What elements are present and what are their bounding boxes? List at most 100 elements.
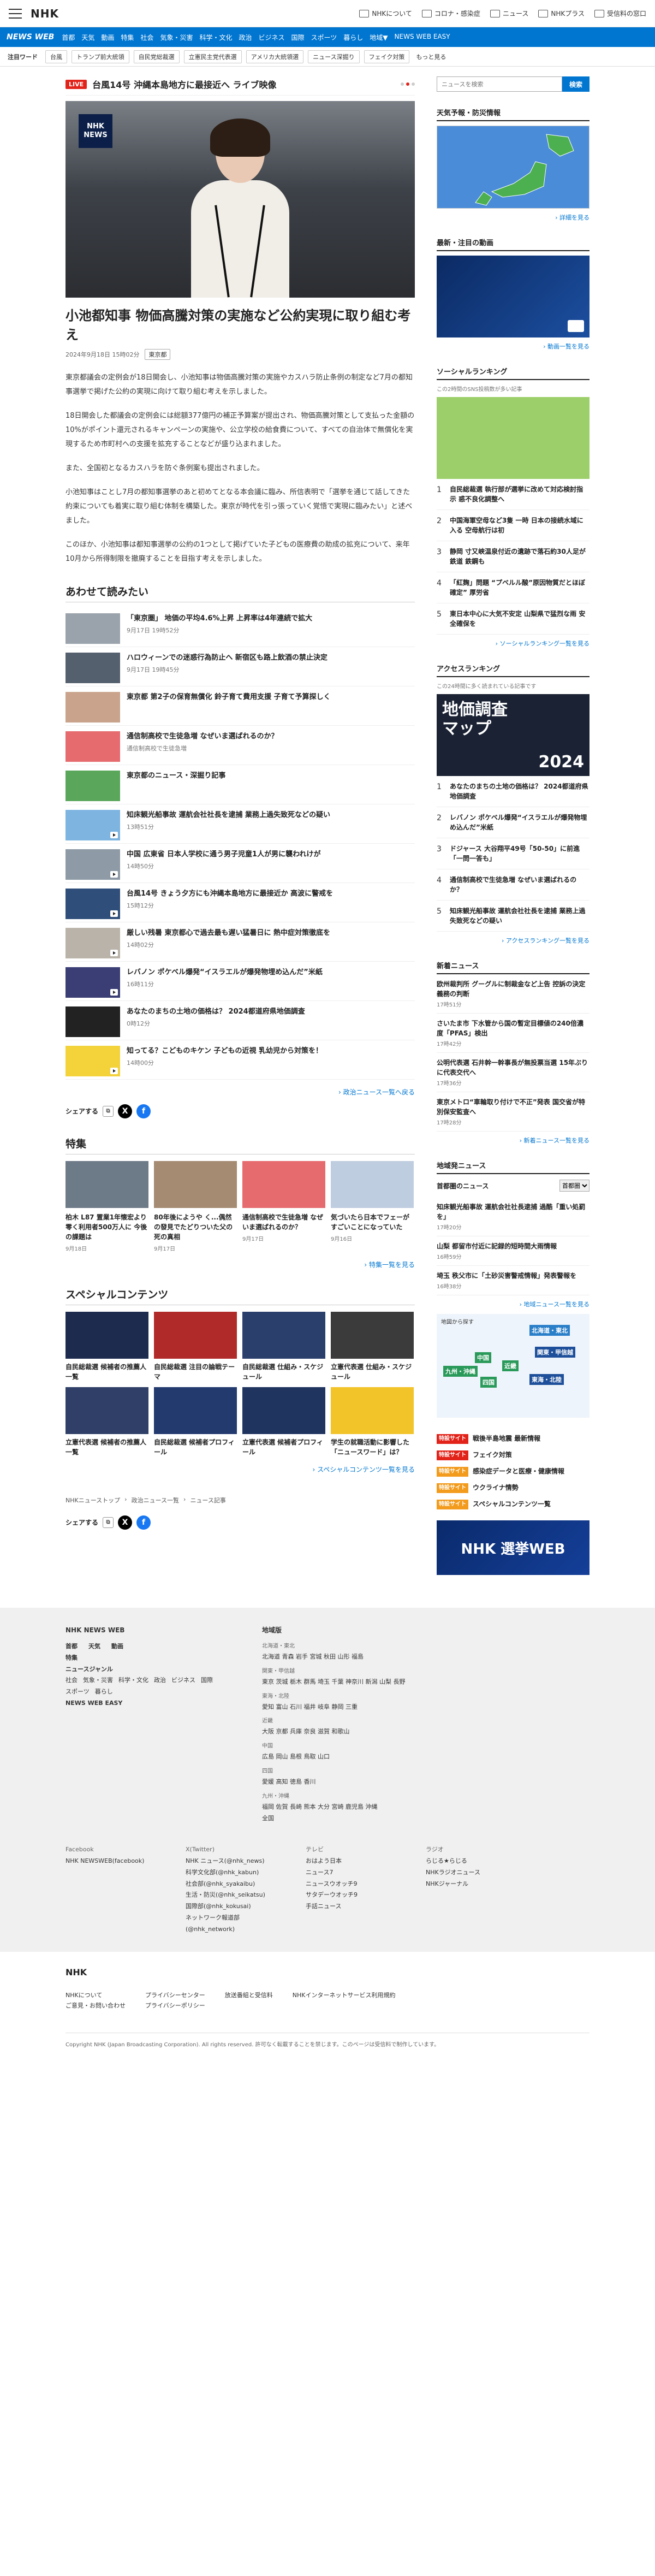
special-card[interactable]: 立憲代表選 候補者プロフィール	[242, 1387, 325, 1457]
top-link-plus[interactable]: NHKプラス	[538, 9, 585, 18]
footer-link[interactable]: 天気	[88, 1641, 100, 1653]
related-item[interactable]: 台風14号 きょう夕方にも沖縄本島地方に最接近か 高波に警戒を 15時12分	[66, 883, 415, 922]
new-news-item[interactable]: 東京メトロ“車輪取り付けで不正”発表 国交省が特別保安監査へ 17時28分	[437, 1092, 590, 1132]
footer-link[interactable]: 動画	[111, 1641, 123, 1653]
region-shikoku[interactable]: 四国	[480, 1377, 497, 1388]
nav-item[interactable]: スポーツ	[311, 33, 337, 42]
special-site-link[interactable]: 特設サイト フェイク対策	[437, 1447, 590, 1464]
footer-link[interactable]: 東京 茨城 栃木 群馬 埼玉 千葉 神奈川 新潟 山梨 長野	[262, 1677, 524, 1688]
footer-link[interactable]: ビジネス	[171, 1675, 195, 1686]
related-item[interactable]: 知ってる？こどものキケン 子どもの近視 乳幼児から対策を！ 14時00分	[66, 1040, 415, 1080]
footer-link[interactable]: 広島 岡山 島根 鳥取 山口	[262, 1751, 524, 1763]
access-more-link[interactable]: › アクセスランキング一覧を見る	[437, 936, 590, 945]
footer-link[interactable]: 放送番組と受信料	[225, 1991, 273, 2001]
footer-link[interactable]: 生活・防災(@nhk_seikatsu)	[186, 1890, 284, 1901]
nav-item[interactable]: 国際	[291, 33, 305, 42]
region-hokkaido-tohoku[interactable]: 北海道・東北	[529, 1325, 570, 1336]
special-card[interactable]: 立憲代表選 候補者の推薦人一覧	[66, 1387, 148, 1457]
footer-link[interactable]: 国際	[201, 1675, 213, 1686]
video-more-link[interactable]: › 動画一覧を見る	[437, 342, 590, 351]
footer-link[interactable]: 暮らし	[95, 1686, 113, 1698]
footer-link[interactable]: スポーツ	[66, 1686, 90, 1698]
related-item[interactable]: 「東京圏」 地価の平均4.6%上昇 上昇率は4年連続で拡大 9月17日 19時52…	[66, 608, 415, 647]
footer-link[interactable]: NHKジャーナル	[426, 1879, 524, 1890]
footer-link[interactable]: 愛媛 高知 徳島 香川	[262, 1776, 524, 1788]
footer-link[interactable]: 国際部(@nhk_kokusai)	[186, 1901, 284, 1912]
ranking-item[interactable]: 4 通信制高校で生徒急増 なぜいま選ばれるのか？	[437, 869, 590, 901]
nav-item[interactable]: 政治	[239, 33, 252, 42]
nhk-logo[interactable]: NHK	[31, 7, 59, 20]
related-item[interactable]: 知床観光船事故 運航会社社長を逮捕 業務上過失致死などの疑い 13時51分	[66, 804, 415, 844]
footer-link[interactable]: NEWS WEB EASY	[66, 1699, 122, 1707]
region-kyushu-okinawa[interactable]: 九州・沖縄	[443, 1366, 478, 1377]
election-web-banner[interactable]: NHK 選挙WEB	[437, 1520, 590, 1575]
special-more-link[interactable]: › スペシャルコンテンツ一覧を見る	[66, 1465, 415, 1474]
ranking-item[interactable]: 5 東日本中心に大気不安定 山梨県で猛烈な雨 安全確保を	[437, 603, 590, 635]
ranking-item[interactable]: 3 ドジャース 大谷翔平49号「50-50」に前進 「一問一答も」	[437, 838, 590, 869]
live-banner[interactable]: LIVE 台風14号 沖縄本島地方に最接近へ ライブ映像	[66, 73, 415, 96]
facebook-share-icon[interactable]: f	[136, 1515, 151, 1530]
footer-link[interactable]: NHKについて	[66, 1991, 126, 2001]
nav-item[interactable]: NEWS WEB EASY	[395, 33, 450, 42]
feature-card[interactable]: 気づいたら日本でフェーがすごいことになっていた 9月16日	[331, 1160, 414, 1252]
footer-link[interactable]: ご意見・お問い合わせ	[66, 2001, 126, 2011]
ranking-item[interactable]: 1 あなたのまちの土地の価格は？ 2024都道府県地価調査	[437, 776, 590, 807]
related-item[interactable]: 中国 広東省 日本人学校に通う男子児童1人が男に襲われけが 14時50分	[66, 844, 415, 883]
link-copy-icon[interactable]: ⧉	[103, 1105, 114, 1117]
footer-link[interactable]: らじる★らじる	[426, 1856, 524, 1867]
features-more-link[interactable]: › 特集一覧を見る	[66, 1260, 415, 1269]
footer-link[interactable]: ネットワーク報道部(@nhk_network)	[186, 1912, 284, 1935]
related-item[interactable]: 東京都のニュース・深掘り記事	[66, 765, 415, 804]
nav-item[interactable]: 地域▼	[370, 33, 388, 42]
keyword-more-link[interactable]: もっと見る	[416, 52, 446, 61]
social-more-link[interactable]: › ソーシャルランキング一覧を見る	[437, 639, 590, 648]
nav-item[interactable]: 首都	[62, 33, 75, 42]
nav-item[interactable]: 社会	[140, 33, 153, 42]
footer-link[interactable]: 科学文化部(@nhk_kabun)	[186, 1867, 284, 1879]
related-item[interactable]: 通信制高校で生徒急増 なぜいま選ばれるのか？ 通信制高校で生徒急増	[66, 726, 415, 765]
keyword-chip[interactable]: 台風	[45, 50, 67, 63]
footer-link[interactable]: おはよう日本	[306, 1856, 404, 1867]
footer-link[interactable]: ニュース7	[306, 1867, 404, 1879]
special-site-link[interactable]: 特設サイト 感染症データと医療・健康情報	[437, 1464, 590, 1480]
special-card[interactable]: 自民総裁選 注目の論戦テーマ	[154, 1311, 237, 1382]
footer-link[interactable]: NHK ニュース(@nhk_news)	[186, 1856, 284, 1867]
related-item[interactable]: レバノン ポケベル爆発“イスラエルが爆発物埋め込んだ”米紙 16時11分	[66, 962, 415, 1001]
footer-link[interactable]: 社会部(@nhk_syakaibu)	[186, 1879, 284, 1890]
top-link-fee[interactable]: 受信料の窓口	[594, 9, 646, 18]
ranking-item[interactable]: 5 知床観光船事故 運航会社社長を逮捕 業務上過失致死などの疑い	[437, 901, 590, 932]
nav-item[interactable]: 天気	[81, 33, 94, 42]
keyword-chip[interactable]: 自民党総裁選	[133, 50, 180, 63]
regional-more-link[interactable]: › 地域ニュース一覧を見る	[437, 1300, 590, 1308]
link-copy-icon[interactable]: ⧉	[103, 1517, 114, 1528]
x-share-icon[interactable]: X	[118, 1104, 133, 1118]
footer-link[interactable]: 北海道 青森 岩手 宮城 秋田 山形 福島	[262, 1651, 524, 1663]
menu-icon[interactable]	[9, 8, 22, 19]
footer-link[interactable]: 首都	[66, 1641, 78, 1653]
keyword-chip[interactable]: アメリカ大統領選	[246, 50, 304, 63]
nav-item[interactable]: 科学・文化	[199, 33, 232, 42]
feature-card[interactable]: 通信制高校で生徒急増 なぜいま選ばれるのか？ 9月17日	[242, 1160, 325, 1252]
footer-link[interactable]: 気象・災害	[83, 1675, 113, 1686]
footer-link[interactable]: プライバシーセンター	[145, 1991, 205, 2001]
back-to-list-link[interactable]: › 政治ニュース一覧へ戻る	[66, 1087, 415, 1097]
ranking-item[interactable]: 1 自民総裁選 執行部が選挙に改めて対応検討指示 惑不良化調整へ	[437, 479, 590, 510]
ranking-item[interactable]: 2 中国海軍空母など3隻 一時 日本の接続水域に入る 空母航行は初	[437, 510, 590, 541]
article-tag[interactable]: 東京都	[145, 348, 171, 360]
nav-item[interactable]: 気象・災害	[160, 33, 193, 42]
weather-more-link[interactable]: › 詳細を見る	[437, 213, 590, 222]
region-chugoku[interactable]: 中国	[475, 1352, 491, 1363]
breadcrumb-item[interactable]: NHKニューストップ	[66, 1496, 120, 1505]
top-link-covid[interactable]: コロナ・感染症	[421, 9, 480, 18]
footer-link[interactable]: NHK NEWSWEB(facebook)	[66, 1857, 144, 1864]
featured-video[interactable]	[437, 256, 590, 337]
footer-link[interactable]: NHKラジオニュース	[426, 1867, 524, 1879]
footer-link[interactable]: 手話ニュース	[306, 1901, 404, 1912]
footer-link[interactable]: 愛知 富山 石川 福井 岐阜 静岡 三重	[262, 1702, 524, 1713]
special-card[interactable]: 立憲代表選 仕組み・スケジュール	[331, 1311, 414, 1382]
keyword-chip[interactable]: 立憲民主党代表選	[183, 50, 242, 63]
footer-link[interactable]: 特集	[66, 1654, 78, 1661]
regional-news-item[interactable]: 埼玉 秩父市に「土砂災害警戒情報」発表警報を 16時38分	[437, 1266, 590, 1295]
x-share-icon[interactable]: X	[118, 1515, 133, 1530]
footer-link[interactable]: 福岡 佐賀 長崎 熊本 大分 宮崎 鹿児島 沖縄	[262, 1802, 524, 1813]
